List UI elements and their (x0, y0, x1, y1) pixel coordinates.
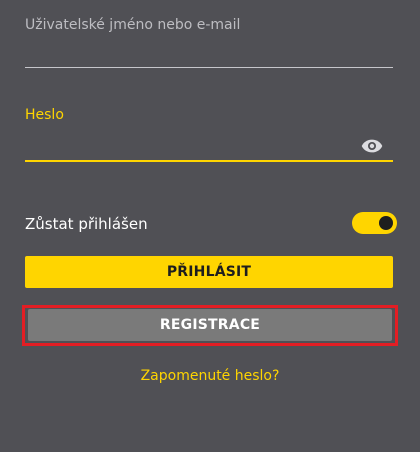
password-label: Heslo (25, 107, 64, 123)
username-label: Uživatelské jméno nebo e-mail (25, 17, 241, 33)
login-button[interactable]: PŘIHLÁSIT (25, 256, 393, 288)
username-underline (25, 67, 393, 68)
toggle-knob (379, 216, 393, 230)
username-input[interactable] (25, 40, 355, 64)
forgot-password-link[interactable]: Zapomenuté heslo? (0, 368, 420, 384)
remember-toggle[interactable] (352, 212, 397, 234)
password-underline (25, 160, 393, 162)
register-button[interactable]: REGISTRACE (28, 309, 392, 341)
username-field[interactable]: Uživatelské jméno nebo e-mail (25, 0, 393, 70)
remember-label: Zůstat přihlášen (25, 215, 148, 233)
password-input[interactable] (25, 134, 355, 158)
eye-icon[interactable] (361, 138, 383, 154)
